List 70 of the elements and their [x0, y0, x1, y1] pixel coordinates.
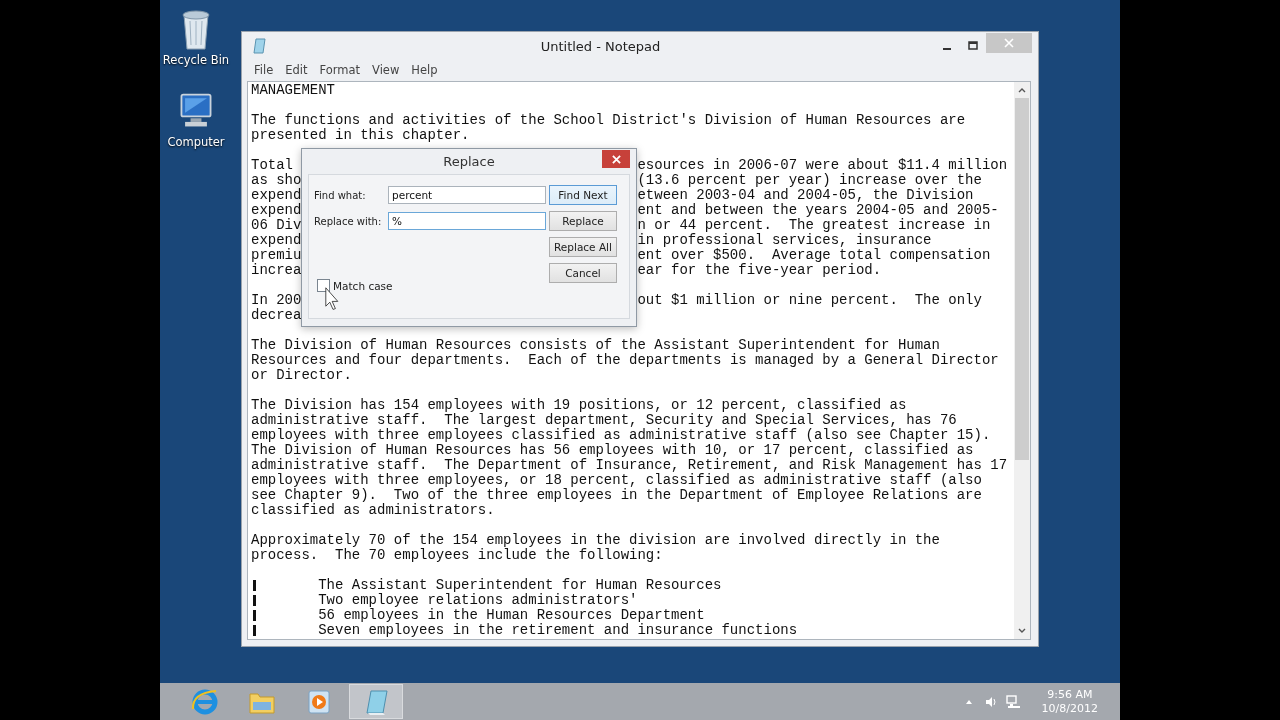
text-line: n or 44 percent. The greatest increase in — [637, 218, 991, 233]
bullet-icon — [253, 625, 256, 636]
text-line: The Division of Human Resources has 56 employees with 10, or 17 percent, classified as — [251, 443, 974, 458]
close-button[interactable] — [602, 150, 630, 168]
menu-item[interactable]: View — [366, 63, 406, 77]
field-label: Replace with: — [314, 215, 383, 227]
text-line: employees with three employees, or 18 percent, classified as administrative staff (also — [251, 473, 982, 488]
text-line: administrative staff. The largest department, Security and Special Services, has 76 — [251, 413, 957, 428]
network-icon[interactable] — [1005, 694, 1020, 709]
text-line: presented in this chapter. — [251, 128, 470, 143]
taskbar-button[interactable] — [349, 684, 403, 719]
text-line: process. The 70 employees include the following: — [251, 548, 663, 563]
text-line: 06 Div — [251, 217, 302, 233]
text-line: administrative staff. The Department of Insurance, Retirement, and Risk Management has 17 — [251, 458, 1008, 473]
text-line: 56 employees in the Human Resources Department — [318, 608, 705, 623]
dialog-button[interactable]: Replace All — [549, 237, 617, 257]
text-line: The Assistant Superintendent for Human Resources — [318, 578, 722, 593]
text-line: ent over $500. Average total compensation — [637, 248, 991, 263]
text-line: employees with three employees classified as administrative staff (also see Chapter 15). — [251, 428, 991, 443]
text-line: ent and between the years 2004-05 and 2005- — [637, 203, 999, 218]
dialog-button[interactable]: Cancel — [549, 263, 617, 283]
text-line: The Division has 154 employees with 19 positions, or 12 percent, classified as — [251, 398, 907, 413]
text-line: Total — [251, 157, 293, 173]
text-line: out $1 million or nine percent. The only — [637, 293, 982, 308]
text-line: in professional services, insurance — [637, 233, 932, 248]
text-line: or Director. — [251, 368, 352, 383]
text-line: expend — [251, 202, 302, 218]
dialog-button[interactable]: Replace — [549, 211, 617, 231]
notepad-icon — [251, 38, 267, 54]
text-line: (13.6 percent per year) increase over the — [637, 173, 982, 188]
text-line: Seven employees in the retirement and insurance functions — [318, 623, 798, 638]
text-line: etween 2003-04 and 2004-05, the Division — [637, 188, 974, 203]
maximize-icon — [968, 41, 978, 51]
scrollbar[interactable] — [1014, 82, 1030, 639]
text-line: ear for the five-year period. — [637, 263, 882, 278]
text-line: see Chapter 9). Two of the three employees in the Department of Employee Relations are — [251, 488, 982, 503]
text-line: In 200 — [251, 292, 302, 308]
text-line: Two employee relations administrators' — [318, 593, 638, 608]
checkbox-label[interactable]: Match case — [333, 279, 393, 292]
text-line: The functions and activities of the School District's Division of Human Resources are — [251, 113, 966, 128]
menu-item[interactable]: File — [248, 63, 280, 77]
text-line: classified as administrators. — [251, 503, 495, 518]
text-line: as sho — [251, 172, 302, 188]
text-line: premiu — [251, 247, 302, 263]
text-line: Resources and four departments. Each of the departments is managed by a General Director — [251, 353, 999, 368]
text-line: expend — [251, 232, 302, 248]
bullet-icon — [253, 580, 256, 591]
text-line: MANAGEMENT — [251, 83, 335, 98]
menu-item[interactable]: Help — [405, 63, 444, 77]
text-line: decrea — [251, 307, 302, 323]
dialog-title: Replace — [442, 153, 496, 169]
window-title: Untitled - Notepad — [539, 38, 662, 54]
text-line: esources in 2006-07 were about $11.4 million — [637, 158, 1008, 173]
text-line: expend — [251, 187, 302, 203]
text-field[interactable]: percent — [388, 186, 546, 204]
dialog-button[interactable]: Find Next — [549, 185, 617, 205]
menu-item[interactable]: Format — [313, 63, 367, 77]
field-label: Find what: — [314, 189, 367, 201]
text-line: The Division of Human Resources consists of the Assistant Superintendent for Human — [251, 338, 940, 353]
close-icon — [1004, 38, 1014, 48]
desktop-icon-label[interactable]: Computer — [167, 135, 225, 149]
bullet-icon — [253, 595, 256, 606]
text-field[interactable]: % — [388, 212, 546, 230]
bullet-icon — [253, 610, 256, 621]
minimize-icon — [943, 48, 951, 50]
text-line: Approximately 70 of the 154 employees in the division are involved directly in the — [251, 533, 940, 548]
close-icon — [611, 154, 621, 164]
desktop-icon-label[interactable]: Recycle Bin — [162, 53, 230, 67]
text-line: increa — [251, 262, 302, 278]
menu-item[interactable]: Edit — [279, 63, 314, 77]
